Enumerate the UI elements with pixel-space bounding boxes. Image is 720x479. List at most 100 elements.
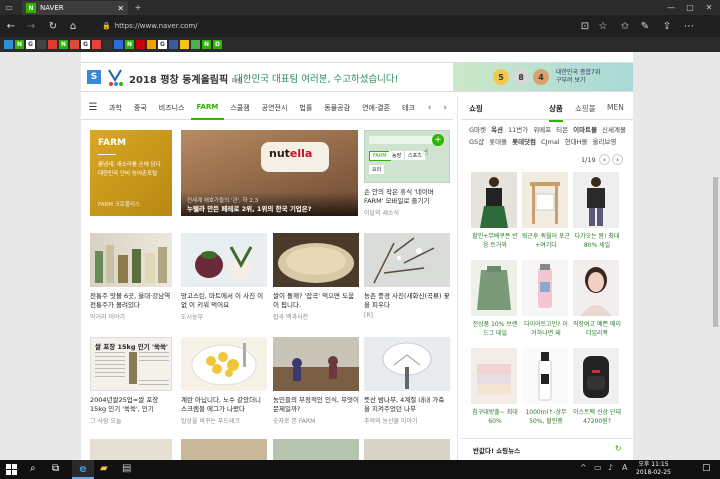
favorite-7-icon[interactable]	[70, 40, 79, 49]
network-icon[interactable]: ▭	[594, 463, 602, 472]
category-next-icon[interactable]: ›	[437, 103, 453, 113]
row2-title-2[interactable]: 망고스틴, 마트에서 이 사진 이 없 이 키워 먹어요	[181, 292, 267, 310]
maximize-button[interactable]: □	[683, 1, 697, 13]
row3-source-1[interactable]: 그 사람 오늘	[90, 416, 121, 425]
row2-source-2[interactable]: 도시농부	[181, 312, 203, 321]
favorite-11-icon[interactable]	[114, 40, 123, 49]
mall-link[interactable]: 이마트몰	[573, 124, 597, 136]
category-tech[interactable]: 테크	[396, 96, 421, 120]
featured-nutella-image[interactable]: nutella 전세계 애호가들의 '관', 하 2,3 누텔라 만든 페레로 …	[181, 130, 358, 216]
tip-card-source[interactable]: 이달의 새소식	[364, 208, 399, 217]
row3-image-1[interactable]: 쌀 포장 15kg 인기 '쑥쑥'	[90, 337, 172, 391]
shop-item-title-3[interactable]: 다가오는 봄! 최대 80% 세일	[573, 232, 621, 250]
mall-link[interactable]: G마켓	[469, 124, 486, 136]
more-menu-icon[interactable]: ⋯	[682, 19, 696, 33]
shop-item-image-5[interactable]	[522, 260, 568, 316]
mall-link[interactable]: 티몬	[556, 124, 568, 136]
shop-item-title-5[interactable]: 다이어트고민? 이거하나면 돼	[522, 320, 570, 338]
shop-item-title-4[interactable]: 전상품 10% 브랜드그 데일	[471, 320, 519, 338]
shop-item-title-1[interactable]: 할인+무배쿠폰 반응 트거와	[471, 232, 519, 250]
shopping-news-title[interactable]: 반값다! 쇼핑뉴스	[473, 445, 520, 455]
search-icon[interactable]: ⌕	[30, 463, 36, 474]
shop-item-image-4[interactable]	[471, 260, 517, 316]
row3-title-3[interactable]: 농민들의 부정적인 인식, 무엇이 문제일까?	[273, 396, 359, 414]
farm-feature-tile[interactable]: FARM 흙냄새, 새소리를 손에 담다 대한민국 단비 농어촌포털 FARM …	[90, 130, 172, 216]
favorite-10-icon[interactable]	[103, 40, 112, 49]
close-window-button[interactable]: ✕	[702, 1, 716, 13]
browser-tab-naver[interactable]: N NAVER ✕	[22, 1, 128, 15]
tip-card-title[interactable]: 손 안의 작은 휴식 '네이버 FARM' 모바일로 즐기기	[364, 188, 452, 206]
category-dating[interactable]: 연애·결혼	[356, 96, 396, 120]
minimize-button[interactable]: —	[664, 1, 678, 13]
shop-tab-men[interactable]: MEN	[607, 103, 624, 112]
favorite-1-icon[interactable]	[4, 40, 13, 49]
favorite-16-icon[interactable]	[169, 40, 178, 49]
row4-image-1[interactable]	[90, 439, 172, 460]
shop-item-image-9[interactable]	[573, 348, 619, 404]
shop-item-title-6[interactable]: 직장여고 예쁜 메이 더임리폭	[573, 320, 621, 338]
row4-image-4[interactable]	[364, 439, 450, 460]
favorite-14-icon[interactable]	[147, 40, 156, 49]
row4-image-2[interactable]	[181, 439, 267, 460]
category-farm[interactable]: FARM	[190, 96, 225, 120]
row4-image-3[interactable]	[273, 439, 359, 460]
row3-source-3[interactable]: 숫자로 본 FARM	[273, 416, 315, 425]
mall-link[interactable]: 옥션	[491, 124, 503, 136]
share-icon[interactable]: ⇪	[660, 19, 674, 33]
favorite-naver-icon[interactable]: N	[15, 40, 24, 49]
page-scrollbar[interactable]	[711, 52, 720, 460]
row2-title-4[interactable]: 농촌 풍경 사진(새화신(곡류) 꽃을 피우다	[364, 292, 450, 310]
shop-item-image-1[interactable]	[471, 172, 517, 228]
menu-hamburger-icon[interactable]: ☰	[83, 98, 103, 118]
favorite-6-icon[interactable]: N	[59, 40, 68, 49]
shop-item-image-6[interactable]	[573, 260, 619, 316]
tab-actions-icon[interactable]: ▭	[2, 1, 16, 13]
category-schooljam[interactable]: 스쿨잼	[224, 96, 255, 120]
favorite-star-icon[interactable]: ☆	[596, 19, 610, 33]
row3-title-2[interactable]: 계란 아닙니다, 노수 같았더니 스크램블 에그가 나왔다	[181, 396, 267, 414]
shop-item-title-8[interactable]: 1000ml↑-상무 50%, 할인중	[522, 408, 570, 426]
favorite-4-icon[interactable]	[37, 40, 46, 49]
farm-mobile-screenshot[interactable]: FARM 농장 스포츠 요리 + ☝	[364, 130, 450, 183]
shop-item-title-2[interactable]: 퇴근후 쿼월어 포근+여기다	[522, 232, 570, 250]
mall-link[interactable]: 롯데몰	[489, 136, 507, 148]
row2-image-1[interactable]	[90, 233, 172, 287]
shop-tab-products[interactable]: 상품	[549, 103, 563, 122]
mall-link[interactable]: 올리브영	[592, 136, 616, 148]
category-science[interactable]: 과학	[103, 96, 128, 120]
row3-title-1[interactable]: 2004년쌀25업=쌀 포장 15kg 인기 '쑥쑥', 인기	[90, 396, 174, 414]
edge-browser-icon[interactable]: e	[72, 460, 94, 479]
mall-link[interactable]: 11번가	[508, 124, 528, 136]
favorite-17-icon[interactable]	[180, 40, 189, 49]
favorite-9-icon[interactable]	[92, 40, 101, 49]
favorite-15-icon[interactable]: G	[158, 40, 167, 49]
reading-view-icon[interactable]: ⊡	[578, 19, 592, 33]
row2-image-2[interactable]	[181, 233, 267, 287]
ime-icon[interactable]: A	[622, 463, 627, 472]
shop-next-icon[interactable]: ›	[612, 154, 623, 165]
row2-image-4[interactable]	[364, 233, 450, 287]
row2-source-4[interactable]: [R]	[364, 312, 373, 319]
category-animals[interactable]: 동물공감	[318, 96, 356, 120]
favorite-18-icon[interactable]	[191, 40, 200, 49]
favorite-5-icon[interactable]	[48, 40, 57, 49]
mall-link[interactable]: 현대H몰	[565, 136, 588, 148]
back-arrow-icon[interactable]: ←	[4, 19, 18, 33]
row2-title-1[interactable]: 전통주 맛볼 6곳, 울대·강남역 전통주가 몰려있다	[90, 292, 174, 310]
category-performance[interactable]: 공연전시	[256, 96, 294, 120]
file-explorer-icon[interactable]: ▰	[100, 463, 108, 474]
url-field[interactable]: 🔒 https://www.naver.com/	[102, 19, 572, 33]
windows-start-icon[interactable]	[6, 464, 17, 475]
mall-link[interactable]: GS샵	[469, 136, 484, 148]
row2-image-3[interactable]	[273, 233, 359, 287]
refresh-icon[interactable]: ↻	[46, 19, 60, 33]
category-prev-icon[interactable]: ‹	[422, 103, 438, 113]
row3-image-2[interactable]	[181, 337, 267, 391]
row2-source-1[interactable]: 막거리 이야기	[90, 312, 125, 321]
notification-icon[interactable]: ▢	[702, 463, 711, 473]
forward-arrow-icon[interactable]: →	[24, 19, 38, 33]
scrollbar-thumb[interactable]	[713, 177, 718, 327]
row3-source-4[interactable]: 추억의 농산물 이야기	[364, 416, 418, 425]
shop-prev-icon[interactable]: ‹	[599, 154, 610, 165]
shop-tab-malls[interactable]: 쇼핑몰	[575, 103, 596, 114]
